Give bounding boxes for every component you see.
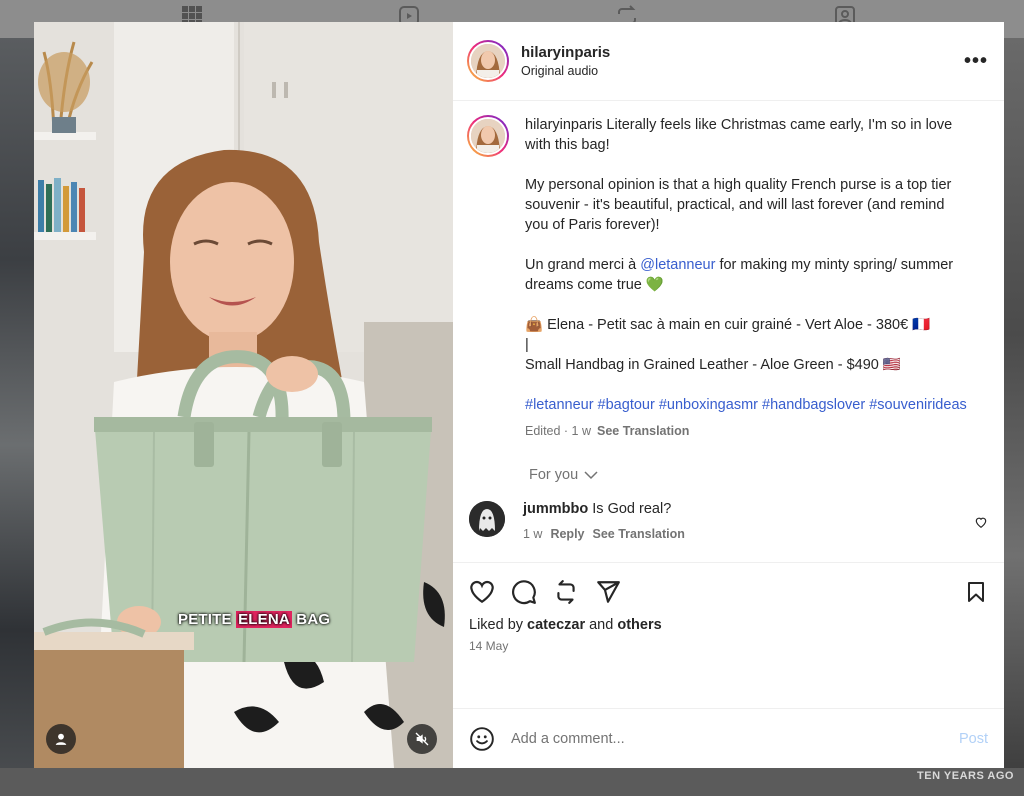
caption-author-avatar[interactable]: [467, 115, 509, 157]
bookmark-icon: [968, 582, 984, 602]
likes-prefix: Liked by: [469, 617, 528, 633]
repost-button[interactable]: [553, 579, 579, 605]
post-side-panel: hilaryinparis Original audio ••• hilaryi…: [453, 22, 1004, 768]
mention-link[interactable]: @letanneur: [640, 257, 715, 273]
reply-button[interactable]: Reply: [550, 527, 584, 541]
likes-middle: and: [585, 617, 618, 633]
comment-item: jummbbo Is God real? 1 w Reply See Transla…: [453, 483, 1004, 541]
caption-product-en: Small Handbag in Grained Leather - Aloe …: [525, 357, 901, 373]
video-frame: [34, 22, 453, 768]
share-button[interactable]: [595, 579, 621, 605]
chevron-down-icon: [584, 471, 598, 480]
repost-icon: [557, 580, 575, 604]
likes-summary: Liked by cateczar and others: [469, 617, 988, 633]
comment-see-translation[interactable]: See Translation: [593, 527, 685, 541]
overlay-text-prefix: PETITE: [178, 611, 237, 628]
author-username[interactable]: hilaryinparis: [521, 44, 964, 61]
person-icon: [55, 733, 67, 745]
caption-avatar-image: [471, 119, 505, 153]
background-thumbnails-bottom: [0, 768, 1024, 796]
post-video[interactable]: PETITE ELENA BAG: [34, 22, 453, 768]
caption-divider: |: [525, 337, 529, 353]
caption-see-translation[interactable]: See Translation: [597, 424, 689, 438]
add-comment-bar: Post: [453, 708, 1004, 768]
comment-age: 1 w: [523, 527, 543, 541]
tagged-users-button[interactable]: [46, 724, 76, 754]
caption-hashtags[interactable]: #letanneur #bagtour #unboxingasmr #handb…: [525, 395, 969, 415]
heart-icon: [470, 580, 494, 604]
caption-meta: Edited · 1 w See Translation: [525, 421, 969, 441]
comment-text: Is God real?: [592, 501, 672, 517]
speaker-muted-icon: [415, 732, 429, 746]
comment-button[interactable]: [511, 579, 537, 605]
caption-product-fr: 👜 Elena - Petit sac à main en cuir grain…: [525, 317, 931, 333]
background-thumbnails-right: [1004, 38, 1024, 778]
save-button[interactable]: [964, 579, 988, 605]
commenter-avatar[interactable]: [469, 501, 505, 537]
post-date[interactable]: 14 May: [469, 639, 988, 653]
original-audio-link[interactable]: Original audio: [521, 64, 964, 78]
mute-toggle-button[interactable]: [407, 724, 437, 754]
likes-others-link[interactable]: others: [617, 617, 661, 633]
ghost-avatar-image: [469, 501, 505, 537]
send-paper-plane-icon: [597, 581, 620, 603]
background-thumbnails-left: [0, 38, 34, 778]
comment-username[interactable]: jummbbo: [523, 501, 588, 517]
caption-username[interactable]: hilaryinparis: [525, 117, 602, 133]
post-comment-button[interactable]: Post: [959, 731, 988, 747]
for-you-label: For you: [529, 467, 579, 483]
comment-bubble-icon: [512, 580, 536, 605]
author-avatar-image: [471, 44, 505, 78]
post-caption: hilaryinparis Literally feels like Chris…: [453, 101, 1004, 441]
likes-user-link[interactable]: cateczar: [527, 617, 585, 633]
overlay-text-suffix: BAG: [291, 611, 331, 628]
author-avatar[interactable]: [467, 40, 509, 82]
overlay-text-highlight: ELENA: [236, 611, 292, 628]
comment-like-heart-icon[interactable]: [974, 515, 988, 529]
emoji-icon[interactable]: [469, 726, 495, 752]
background-thumbnail-text: TEN YEARS AGO: [917, 770, 1014, 782]
caption-paragraph-2: My personal opinion is that a high quali…: [525, 177, 952, 233]
post-actions: Liked by cateczar and others 14 May: [453, 562, 1004, 708]
for-you-filter[interactable]: For you: [529, 467, 1004, 483]
video-text-overlay: PETITE ELENA BAG: [178, 611, 330, 628]
edited-label: Edited · 1 w: [525, 424, 592, 438]
post-modal: PETITE ELENA BAG hilaryinparis Original …: [34, 22, 1004, 768]
caption-paragraph-3-start: Un grand merci à: [525, 257, 641, 273]
comments-scroll-area[interactable]: hilaryinparis Literally feels like Chris…: [453, 101, 1004, 562]
post-header: hilaryinparis Original audio •••: [453, 22, 1004, 101]
more-options-button[interactable]: •••: [964, 51, 988, 71]
like-button[interactable]: [469, 579, 495, 605]
comment-input[interactable]: [511, 730, 959, 747]
